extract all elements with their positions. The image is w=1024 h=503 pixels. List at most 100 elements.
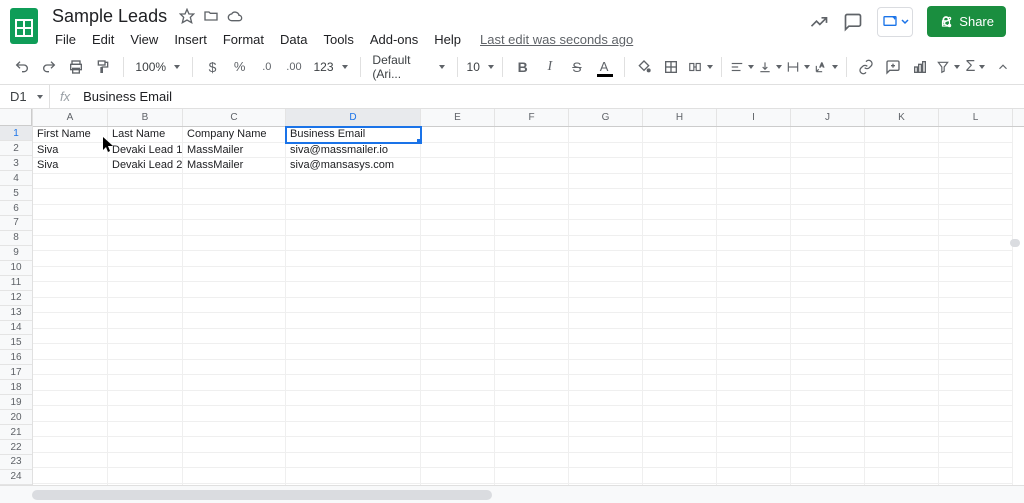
cell-G7[interactable] <box>569 220 643 236</box>
cell-G17[interactable] <box>569 375 643 391</box>
cell-D4[interactable] <box>286 174 421 190</box>
cell-J12[interactable] <box>791 298 865 314</box>
cell-J3[interactable] <box>791 158 865 174</box>
cell-B3[interactable]: Devaki Lead 2 <box>108 158 183 174</box>
cell-H8[interactable] <box>643 236 717 252</box>
cell-E7[interactable] <box>421 220 495 236</box>
cell-C22[interactable] <box>183 453 286 469</box>
cell-E8[interactable] <box>421 236 495 252</box>
cell-G9[interactable] <box>569 251 643 267</box>
cell-E12[interactable] <box>421 298 495 314</box>
cell-K22[interactable] <box>865 453 939 469</box>
filter-icon[interactable] <box>936 54 960 80</box>
cell-E4[interactable] <box>421 174 495 190</box>
cell-C16[interactable] <box>183 360 286 376</box>
cell-C9[interactable] <box>183 251 286 267</box>
cell-E10[interactable] <box>421 267 495 283</box>
cell-A12[interactable] <box>33 298 108 314</box>
cell-B4[interactable] <box>108 174 183 190</box>
cell-G16[interactable] <box>569 360 643 376</box>
cell-B12[interactable] <box>108 298 183 314</box>
cell-H17[interactable] <box>643 375 717 391</box>
cell-H6[interactable] <box>643 205 717 221</box>
cell-B6[interactable] <box>108 205 183 221</box>
cell-L9[interactable] <box>939 251 1013 267</box>
row-header-10[interactable]: 10 <box>0 261 32 276</box>
row-header-11[interactable]: 11 <box>0 276 32 291</box>
cell-C15[interactable] <box>183 344 286 360</box>
cell-G4[interactable] <box>569 174 643 190</box>
col-header-E[interactable]: E <box>421 109 495 126</box>
cell-F8[interactable] <box>495 236 569 252</box>
redo-icon[interactable] <box>37 54 60 80</box>
cell-E13[interactable] <box>421 313 495 329</box>
insert-comment-icon[interactable] <box>882 54 905 80</box>
cell-K23[interactable] <box>865 468 939 484</box>
cell-B1[interactable]: Last Name <box>108 127 183 143</box>
cell-E16[interactable] <box>421 360 495 376</box>
cell-J19[interactable] <box>791 406 865 422</box>
cell-D11[interactable] <box>286 282 421 298</box>
cell-D8[interactable] <box>286 236 421 252</box>
cell-I6[interactable] <box>717 205 791 221</box>
cell-G1[interactable] <box>569 127 643 143</box>
cell-J23[interactable] <box>791 468 865 484</box>
row-header-16[interactable]: 16 <box>0 350 32 365</box>
cell-C17[interactable] <box>183 375 286 391</box>
cell-J20[interactable] <box>791 422 865 438</box>
cell-D1[interactable]: Business Email <box>286 127 421 143</box>
cell-I22[interactable] <box>717 453 791 469</box>
cell-J6[interactable] <box>791 205 865 221</box>
cell-J8[interactable] <box>791 236 865 252</box>
cell-F17[interactable] <box>495 375 569 391</box>
cell-G6[interactable] <box>569 205 643 221</box>
font-size-selector[interactable]: 10 <box>466 60 494 74</box>
increase-decimal-icon[interactable]: .00 <box>282 54 305 80</box>
cell-A17[interactable] <box>33 375 108 391</box>
cell-K14[interactable] <box>865 329 939 345</box>
menu-edit[interactable]: Edit <box>85 30 121 49</box>
cell-G8[interactable] <box>569 236 643 252</box>
cell-A6[interactable] <box>33 205 108 221</box>
cell-B2[interactable]: Devaki Lead 1 <box>108 143 183 159</box>
cell-D17[interactable] <box>286 375 421 391</box>
percent-icon[interactable]: % <box>228 54 251 80</box>
cell-G12[interactable] <box>569 298 643 314</box>
text-wrap-icon[interactable] <box>786 54 810 80</box>
cell-H15[interactable] <box>643 344 717 360</box>
cell-E18[interactable] <box>421 391 495 407</box>
cell-D15[interactable] <box>286 344 421 360</box>
cell-H1[interactable] <box>643 127 717 143</box>
cell-C11[interactable] <box>183 282 286 298</box>
cell-F23[interactable] <box>495 468 569 484</box>
cell-I15[interactable] <box>717 344 791 360</box>
cell-L21[interactable] <box>939 437 1013 453</box>
cell-B8[interactable] <box>108 236 183 252</box>
cell-A7[interactable] <box>33 220 108 236</box>
cell-G2[interactable] <box>569 143 643 159</box>
cell-A16[interactable] <box>33 360 108 376</box>
col-header-B[interactable]: B <box>108 109 183 126</box>
cell-D9[interactable] <box>286 251 421 267</box>
cell-I17[interactable] <box>717 375 791 391</box>
text-rotation-icon[interactable]: A <box>814 54 838 80</box>
cell-C14[interactable] <box>183 329 286 345</box>
cell-A19[interactable] <box>33 406 108 422</box>
sheets-logo-icon[interactable] <box>10 8 38 44</box>
cell-H18[interactable] <box>643 391 717 407</box>
cell-F11[interactable] <box>495 282 569 298</box>
cell-C21[interactable] <box>183 437 286 453</box>
col-header-A[interactable]: A <box>33 109 108 126</box>
cell-A20[interactable] <box>33 422 108 438</box>
cell-E6[interactable] <box>421 205 495 221</box>
cell-K17[interactable] <box>865 375 939 391</box>
merge-cells-icon[interactable] <box>687 54 713 80</box>
cell-A8[interactable] <box>33 236 108 252</box>
cell-L20[interactable] <box>939 422 1013 438</box>
share-button[interactable]: Share <box>927 6 1006 37</box>
row-header-20[interactable]: 20 <box>0 410 32 425</box>
cell-K1[interactable] <box>865 127 939 143</box>
cell-F21[interactable] <box>495 437 569 453</box>
cell-F20[interactable] <box>495 422 569 438</box>
cell-F12[interactable] <box>495 298 569 314</box>
